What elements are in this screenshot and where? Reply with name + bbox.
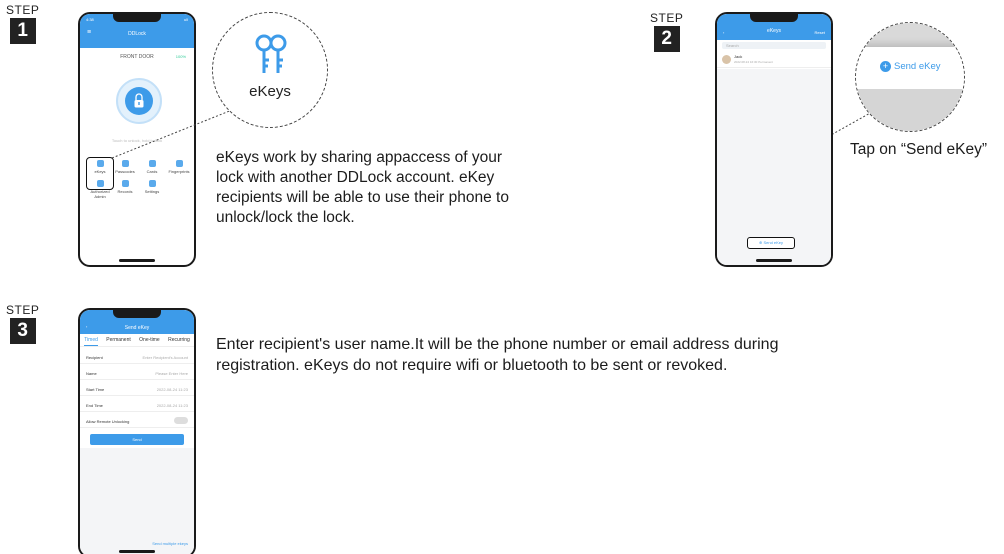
description-line: registration. eKeys do not require wifi … [216, 357, 728, 374]
zoom-shadow-top [856, 23, 964, 47]
home-indicator [756, 259, 792, 262]
tab-one-time[interactable]: One-time [139, 335, 160, 346]
ekeys-zoom-label: eKeys [249, 83, 291, 100]
end-time-value[interactable]: 2022-08-24 11:23 [157, 403, 188, 408]
step1-description: eKeys work by sharing appaccess of your … [216, 148, 596, 228]
screen-title: Send eKey [124, 325, 150, 331]
field-label: End Time [86, 403, 103, 408]
send-ekey-zoom-button: + Send eKey [880, 61, 940, 72]
send-ekey-zoom-circle: + Send eKey [855, 22, 965, 132]
plus-circle-icon: ⊕ [758, 240, 763, 245]
field-label: Recipient [86, 355, 103, 360]
send-ekey-button[interactable]: ⊕ Send eKey [747, 237, 795, 249]
step-number: 2 [653, 26, 680, 52]
start-time-field[interactable]: Start Time 2022-08-24 11:23 [80, 382, 194, 396]
field-label: Name [86, 371, 97, 376]
callout-line-step1 [111, 109, 233, 159]
phone-ekeys-list: eKeys ‹ Reset Search Jack 2022.08.24 16:… [715, 12, 833, 267]
recipient-input[interactable]: Enter Recipient's Account [143, 355, 188, 360]
zoom-shadow-bottom [856, 89, 964, 131]
recipient-field[interactable]: Recipient Enter Recipient's Account [80, 350, 194, 364]
send-ekey-label: Send eKey [763, 240, 784, 245]
remote-unlock-toggle[interactable] [174, 417, 188, 424]
reset-link[interactable]: Reset [815, 30, 825, 35]
description-line: Enter recipient's user name.It will be t… [216, 336, 779, 353]
keys-icon [255, 34, 287, 73]
list-item[interactable]: Jack 2022.08.24 16:30 Permanent [717, 52, 831, 68]
list-empty-area [717, 69, 831, 265]
field-label: Start Time [86, 387, 105, 392]
home-indicator [119, 550, 155, 553]
field-label: Allow Remote Unlocking [86, 419, 130, 424]
search-input[interactable]: Search [722, 42, 826, 49]
send-ekey-zoom-label: Send eKey [894, 61, 941, 73]
form-empty-area [80, 448, 194, 554]
phone-notch [113, 310, 161, 318]
name-field[interactable]: Name Please Enter Here [80, 366, 194, 380]
tab-permanent[interactable]: Permanent [106, 335, 130, 346]
step-2-marker: STEP 2 [650, 12, 683, 52]
plus-circle-icon: + [880, 61, 891, 72]
step-3-marker: STEP 3 [6, 304, 39, 344]
remote-unlock-field: Allow Remote Unlocking [80, 414, 194, 428]
phone-notch [113, 14, 161, 22]
step3-description: Enter recipient's user name.It will be t… [216, 334, 916, 376]
ekey-type-tabs: Timed Permanent One-time Recurring [80, 335, 194, 347]
step-label: STEP [6, 303, 40, 317]
description-line: lock with another DDLock account. eKey [216, 169, 495, 186]
start-time-value[interactable]: 2022-08-24 11:23 [157, 387, 188, 392]
phone-notch [750, 14, 798, 22]
avatar [722, 55, 731, 64]
step-label: STEP [650, 11, 684, 25]
step-number: 3 [9, 318, 36, 344]
description-line: eKeys work by sharing appaccess of your [216, 149, 503, 166]
name-input[interactable]: Please Enter Here [155, 371, 188, 376]
ekey-recipient-name: Jack [734, 54, 743, 59]
phone-send-ekey-form: ‹ Send eKey Timed Permanent One-time Rec… [78, 308, 196, 554]
end-time-field[interactable]: End Time 2022-08-24 11:23 [80, 398, 194, 412]
description-line: unlock/lock the lock. [216, 209, 355, 226]
description-line: recipients will be able to use their pho… [216, 189, 509, 206]
tab-recurring[interactable]: Recurring [168, 335, 190, 346]
send-multiple-link[interactable]: Send multiple ekeys [152, 541, 188, 546]
ekeys-zoom-circle: eKeys [212, 12, 328, 128]
back-icon[interactable]: ‹ [723, 30, 724, 35]
step2-description: Tap on “Send eKey” [850, 141, 988, 158]
tab-timed[interactable]: Timed [84, 335, 98, 346]
ekey-recipient-detail: 2022.08.24 16:30 Permanent [734, 60, 773, 64]
send-button[interactable]: Send [90, 434, 184, 445]
